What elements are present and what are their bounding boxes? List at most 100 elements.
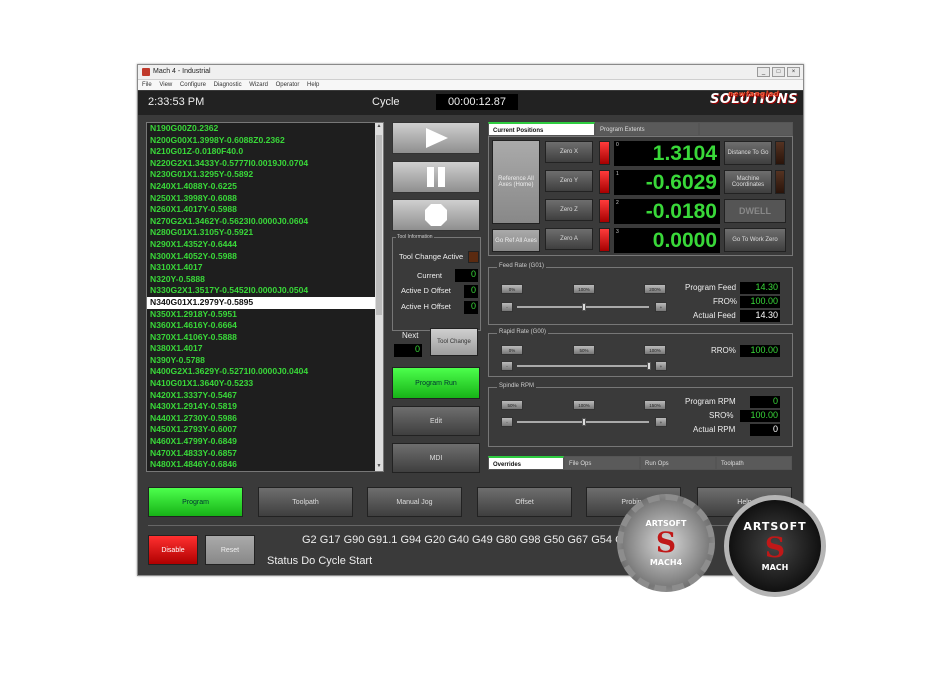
zero-y-button[interactable]: Zero Y	[545, 170, 593, 192]
gcode-line[interactable]: N200G00X1.3998Y-0.6088Z0.2362	[147, 135, 383, 147]
zero-a-button[interactable]: Zero A	[545, 228, 593, 250]
menu-operator[interactable]: Operator	[276, 82, 300, 88]
tab-run-ops[interactable]: Run Ops	[640, 456, 716, 470]
reset-button[interactable]: Reset	[205, 535, 255, 565]
tab-current-positions[interactable]: Current Positions	[488, 122, 595, 136]
scroll-up-icon[interactable]: ▲	[375, 123, 383, 131]
zero-x-button[interactable]: Zero X	[545, 141, 593, 163]
gcode-line[interactable]: N430X1.2914Y-0.5819	[147, 401, 383, 413]
nav-offset-button[interactable]: Offset	[477, 487, 572, 517]
gcode-scrollbar[interactable]: ▲ ▼	[375, 123, 383, 471]
dwell-indicator: DWELL	[724, 199, 786, 223]
menu-configure[interactable]: Configure	[180, 82, 206, 88]
feed-100-button[interactable]: 100%	[573, 284, 595, 294]
gcode-line[interactable]: N440X1.2730Y-0.5986	[147, 413, 383, 425]
rapid-slider-knob[interactable]	[647, 362, 651, 370]
feed-200-button[interactable]: 200%	[644, 284, 666, 294]
go-ref-all-axes-button[interactable]: Go Ref All Axes	[492, 229, 540, 252]
gcode-line[interactable]: N310X1.4017	[147, 262, 383, 274]
gcode-line[interactable]: N260X1.4017Y-0.5988	[147, 204, 383, 216]
machine-coordinates-led	[775, 170, 785, 194]
gcode-line[interactable]: N230G01X1.3295Y-0.5892	[147, 169, 383, 181]
tab-program-extents[interactable]: Program Extents	[595, 122, 699, 136]
gcode-line[interactable]: N480X1.4846Y-0.6846	[147, 459, 383, 471]
gcode-line[interactable]: N300X1.4052Y-0.5988	[147, 251, 383, 263]
gcode-listing[interactable]: N190G00Z0.2362 N200G00X1.3998Y-0.6088Z0.2…	[146, 122, 384, 472]
gcode-line[interactable]: N240X1.4088Y-0.6225	[147, 181, 383, 193]
mdi-button[interactable]: MDI	[392, 443, 480, 473]
menu-view[interactable]: View	[159, 82, 172, 88]
gcode-line[interactable]: N320Y-0.5888	[147, 274, 383, 286]
sro-value: 100.00	[740, 410, 780, 422]
gcode-line[interactable]: N270G2X1.3462Y-0.5623I0.0000J0.0604	[147, 216, 383, 228]
rapid-100-button[interactable]: 100%	[644, 345, 666, 355]
menu-diagnostic[interactable]: Diagnostic	[214, 82, 242, 88]
gcode-line[interactable]: N350X1.2918Y-0.5951	[147, 309, 383, 321]
reference-all-axes-button[interactable]: Reference All Axes (Home)	[492, 140, 540, 224]
maximize-button[interactable]: □	[772, 67, 785, 77]
sro-label: SRO%	[709, 411, 734, 420]
spindle-50-button[interactable]: 50%	[501, 400, 523, 410]
stop-button[interactable]	[392, 199, 480, 231]
rapid-plus-button[interactable]: +	[655, 361, 667, 371]
feed-minus-button[interactable]: -	[501, 302, 513, 312]
gcode-line[interactable]: N340G01X1.2979Y-0.5895	[147, 296, 383, 309]
gcode-line[interactable]: N290X1.4352Y-0.6444	[147, 239, 383, 251]
machine-coordinates-button[interactable]: Machine Coordinates	[724, 170, 772, 194]
tab-blank[interactable]	[699, 122, 793, 136]
spindle-plus-button[interactable]: +	[655, 417, 667, 427]
cycle-start-button[interactable]	[392, 122, 480, 154]
distance-to-go-button[interactable]: Distance To Go	[724, 141, 772, 165]
gcode-line[interactable]: N400G2X1.3629Y-0.5271I0.0000J0.0404	[147, 366, 383, 378]
program-rpm-value: 0	[750, 396, 780, 408]
spindle-minus-button[interactable]: -	[501, 417, 513, 427]
feed-slider-knob[interactable]	[582, 303, 586, 311]
gcode-line[interactable]: N190G00Z0.2362	[147, 123, 383, 135]
tab-toolpath-lower[interactable]: Toolpath	[716, 456, 792, 470]
gcode-line[interactable]: N330G2X1.3517Y-0.5452I0.0000J0.0504	[147, 285, 383, 297]
gcode-line[interactable]: N210G01Z-0.0180F40.0	[147, 146, 383, 158]
menu-wizard[interactable]: Wizard	[249, 82, 268, 88]
gcode-line[interactable]: N450X1.2793Y-0.6007	[147, 424, 383, 436]
gcode-line[interactable]: N380X1.4017	[147, 343, 383, 355]
nav-toolpath-button[interactable]: Toolpath	[258, 487, 353, 517]
gcode-line[interactable]: N360X1.4616Y-0.6664	[147, 320, 383, 332]
spindle-150-button[interactable]: 150%	[644, 400, 666, 410]
zero-z-button[interactable]: Zero Z	[545, 199, 593, 221]
minimize-button[interactable]: _	[757, 67, 770, 77]
menu-file[interactable]: File	[142, 82, 152, 88]
nav-manual-jog-button[interactable]: Manual Jog	[367, 487, 462, 517]
tool-change-button[interactable]: Tool Change	[430, 328, 478, 356]
feed-0-button[interactable]: 0%	[501, 284, 523, 294]
rapid-minus-button[interactable]: -	[501, 361, 513, 371]
scroll-down-icon[interactable]: ▼	[375, 463, 383, 471]
tab-file-ops[interactable]: File Ops	[564, 456, 640, 470]
gcode-line[interactable]: N250X1.3998Y-0.6088	[147, 193, 383, 205]
artsoft-mach-badge: ARTSOFT S MACH	[724, 495, 826, 597]
gcode-line[interactable]: N470X1.4833Y-0.6857	[147, 448, 383, 460]
disable-button[interactable]: Disable	[148, 535, 198, 565]
spindle-slider-knob[interactable]	[582, 418, 586, 426]
gcode-line[interactable]: N410G01X1.3640Y-0.5233	[147, 378, 383, 390]
nav-program-button[interactable]: Program	[148, 487, 243, 517]
feed-hold-button[interactable]	[392, 161, 480, 193]
rapid-slider-track[interactable]	[517, 365, 649, 367]
x-axis-value: 1.3104	[614, 141, 720, 166]
gcode-line[interactable]: N390Y-0.5788	[147, 355, 383, 367]
scroll-thumb[interactable]	[376, 135, 382, 315]
tab-overrides[interactable]: Overrides	[488, 456, 564, 470]
rapid-50-button[interactable]: 50%	[573, 345, 595, 355]
spindle-100-button[interactable]: 100%	[573, 400, 595, 410]
close-button[interactable]: ×	[787, 67, 800, 77]
gcode-line[interactable]: N370X1.4106Y-0.5888	[147, 332, 383, 344]
go-to-work-zero-button[interactable]: Go To Work Zero	[724, 228, 786, 252]
gcode-line[interactable]: N460X1.4799Y-0.6849	[147, 436, 383, 448]
gcode-line[interactable]: N220G2X1.3433Y-0.5777I0.0019J0.0704	[147, 158, 383, 170]
menu-help[interactable]: Help	[307, 82, 319, 88]
edit-button[interactable]: Edit	[392, 406, 480, 436]
gcode-line[interactable]: N420X1.3337Y-0.5467	[147, 390, 383, 402]
feed-plus-button[interactable]: +	[655, 302, 667, 312]
gcode-line[interactable]: N280G01X1.3105Y-0.5921	[147, 227, 383, 239]
rapid-0-button[interactable]: 0%	[501, 345, 523, 355]
program-run-button[interactable]: Program Run	[392, 367, 480, 399]
